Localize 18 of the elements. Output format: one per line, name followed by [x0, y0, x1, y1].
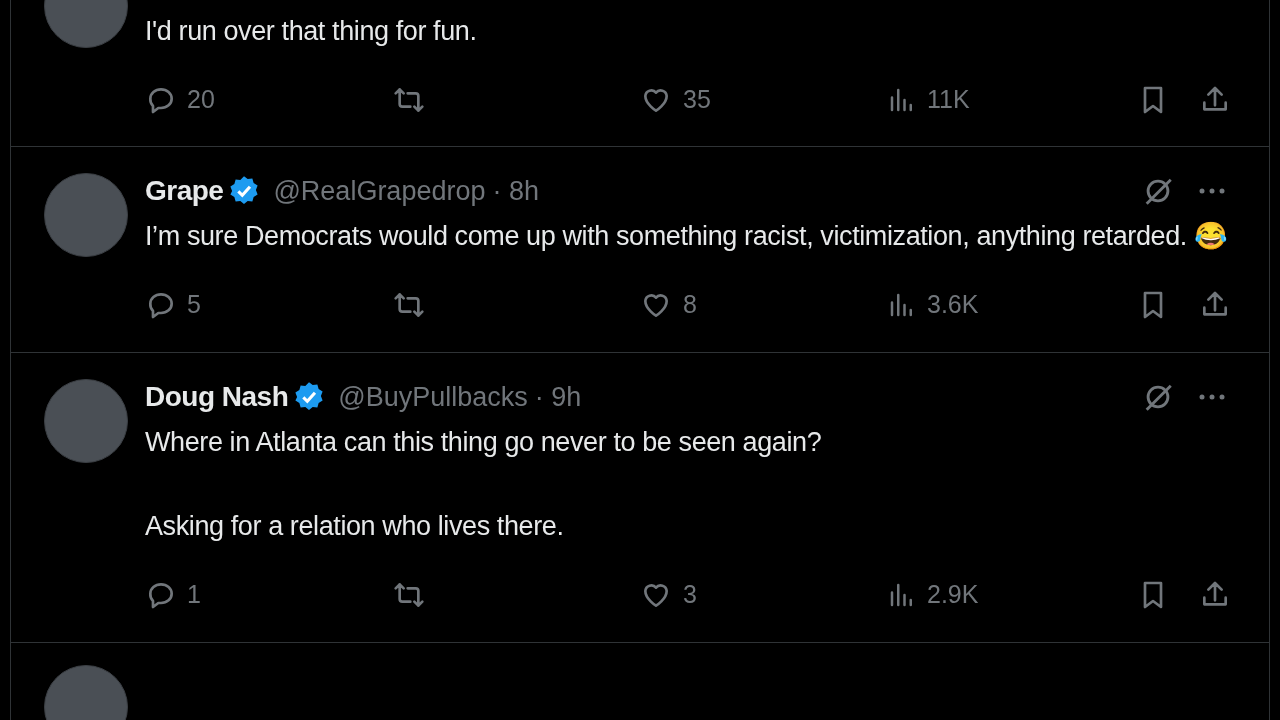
user-name[interactable]: Grape [145, 170, 224, 212]
count: 3 [683, 579, 697, 611]
count: 5 [187, 289, 201, 321]
count: 20 [187, 84, 215, 116]
post-time[interactable]: · 9h [534, 376, 582, 418]
post-text: Where in Atlanta can this thing go never to be seen again? Asking for a relation who lives there. [145, 426, 823, 543]
count: 3.6K [927, 289, 979, 321]
count: 2.9K [927, 579, 979, 611]
count: 8 [683, 289, 697, 321]
count: 35 [683, 84, 711, 116]
post-text: I’m sure Democrats would come up with something racist, victimization, anything retarded. 😂 [145, 220, 1229, 253]
post-text: I'd run over that thing for fun. [145, 15, 478, 48]
post-time[interactable]: · 8h [492, 170, 539, 212]
count: 1 [187, 579, 201, 611]
user-name[interactable]: Doug Nash [145, 376, 289, 418]
user-handle[interactable]: @RealGrapedrop [273, 170, 486, 212]
user-handle[interactable]: @BuyPullbacks [338, 376, 528, 418]
count: 11K [927, 84, 970, 116]
